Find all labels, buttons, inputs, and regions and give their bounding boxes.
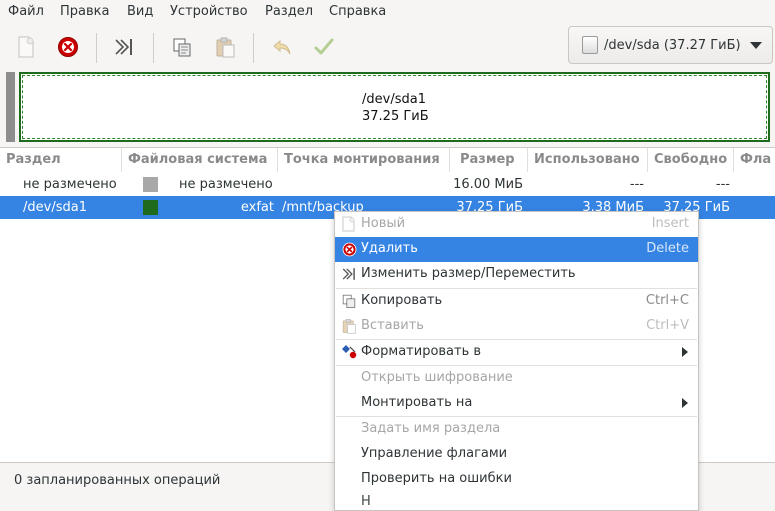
cell-partition: не размечено (23, 177, 117, 192)
chevron-down-icon (750, 42, 762, 49)
device-selector-label: /dev/sda (37.27 ГиБ) (604, 37, 741, 53)
menu-partition[interactable]: Раздел (265, 4, 313, 19)
cell-size: 16.00 МиБ (453, 177, 523, 192)
copy-button[interactable] (167, 32, 197, 62)
context-menu: Новый Insert Удалить Delete Изменить раз… (334, 211, 699, 511)
column-header-partition[interactable]: Раздел (0, 148, 122, 172)
toolbar-separator (153, 33, 154, 63)
partition-map-name: /dev/sda1 (362, 92, 426, 107)
table-row[interactable]: не размечено не размечено 16.00 МиБ --- … (0, 173, 775, 196)
menu-item-open-encryption[interactable]: Открыть шифрование (335, 366, 698, 391)
menu-item-shortcut: Ctrl+V (646, 318, 689, 333)
pending-operations-status: 0 запланированных операций (14, 473, 221, 488)
new-partition-button[interactable] (11, 32, 41, 62)
toolbar-separator (253, 33, 254, 63)
copy-icon (341, 293, 357, 309)
menu-item-new[interactable]: Новый Insert (335, 212, 698, 237)
menu-item-label: Форматировать в (361, 344, 482, 359)
menu-item-shortcut: Insert (651, 216, 689, 231)
menu-item-cut-off[interactable]: Н (335, 492, 698, 510)
menu-item-label: Открыть шифрование (361, 370, 513, 385)
menu-item-shortcut: Delete (646, 241, 689, 256)
menu-edit[interactable]: Правка (60, 4, 109, 19)
menu-item-paste[interactable]: Вставить Ctrl+V (335, 314, 698, 339)
menu-item-shortcut: Ctrl+C (645, 293, 689, 308)
menu-item-label: Копировать (361, 293, 443, 308)
undo-icon (273, 39, 291, 55)
menu-item-copy[interactable]: Копировать Ctrl+C (335, 289, 698, 314)
unallocated-map-block[interactable] (6, 72, 15, 142)
menu-item-format-to[interactable]: Форматировать в (335, 340, 698, 365)
menu-item-label: Монтировать на (361, 395, 473, 410)
menu-item-delete[interactable]: Удалить Delete (335, 237, 698, 262)
menu-item-label: Удалить (361, 241, 418, 256)
cell-filesystem: exfat (240, 200, 274, 215)
partition-map-border (22, 75, 767, 139)
toolbar-separator (96, 33, 97, 63)
fs-color-swatch (143, 177, 158, 192)
column-header-free[interactable]: Свободно (648, 148, 734, 172)
delete-icon (58, 37, 78, 57)
submenu-arrow-icon (682, 398, 688, 408)
menu-help[interactable]: Справка (329, 4, 386, 19)
paste-button[interactable] (210, 32, 240, 62)
paste-icon (341, 318, 357, 334)
column-header-size[interactable]: Размер (450, 148, 528, 172)
cell-used: --- (629, 177, 644, 192)
fs-color-swatch (143, 200, 158, 215)
menu-item-manage-flags[interactable]: Управление флагами (335, 442, 698, 467)
new-icon (18, 36, 34, 58)
cell-free: --- (715, 177, 730, 192)
apply-icon (314, 38, 334, 55)
column-header-filesystem[interactable]: Файловая система (122, 148, 278, 172)
menu-item-label: Задать имя раздела (361, 421, 501, 436)
menu-view[interactable]: Вид (127, 4, 153, 19)
resize-move-button[interactable] (109, 32, 139, 62)
menu-item-name-partition[interactable]: Задать имя раздела (335, 417, 698, 442)
column-header-mountpoint[interactable]: Точка монтирования (278, 148, 450, 172)
menu-item-label: Управление флагами (361, 446, 508, 461)
submenu-arrow-icon (682, 347, 688, 357)
copy-icon (173, 38, 191, 57)
column-header-flags[interactable]: Фла (734, 148, 775, 172)
menu-item-label: Новый (361, 216, 406, 231)
drive-icon (582, 36, 598, 54)
format-icon (341, 344, 357, 360)
new-icon (341, 216, 357, 232)
delete-icon (341, 241, 357, 257)
device-selector[interactable]: /dev/sda (37.27 ГиБ) (568, 26, 773, 64)
partition-map-size: 37.25 ГиБ (362, 109, 429, 124)
partition-map-block-sda1[interactable]: /dev/sda1 37.25 ГиБ (19, 72, 770, 142)
paste-icon (216, 37, 235, 58)
menu-item-label: Проверить на ошибки (361, 471, 512, 486)
delete-partition-button[interactable] (53, 32, 83, 62)
menu-item-resize-move[interactable]: Изменить размер/Переместить (335, 262, 698, 287)
menu-item-mount-on[interactable]: Монтировать на (335, 391, 698, 416)
menu-item-label: Вставить (361, 318, 424, 333)
undo-button[interactable] (267, 32, 297, 62)
menu-item-label: Изменить размер/Переместить (361, 266, 576, 281)
cell-partition: /dev/sda1 (23, 200, 87, 215)
column-header-used[interactable]: Использовано (528, 148, 648, 172)
menu-item-label-clipped: Н (361, 494, 371, 509)
menu-file[interactable]: Файл (8, 4, 44, 19)
cell-filesystem: не размечено (179, 177, 273, 192)
resize-icon (115, 39, 132, 55)
apply-button[interactable] (309, 32, 339, 62)
resize-icon (341, 266, 357, 282)
menu-item-check-errors[interactable]: Проверить на ошибки (335, 467, 698, 492)
menubar: Файл Правка Вид Устройство Раздел Справк… (0, 0, 775, 25)
menu-device[interactable]: Устройство (170, 4, 248, 19)
